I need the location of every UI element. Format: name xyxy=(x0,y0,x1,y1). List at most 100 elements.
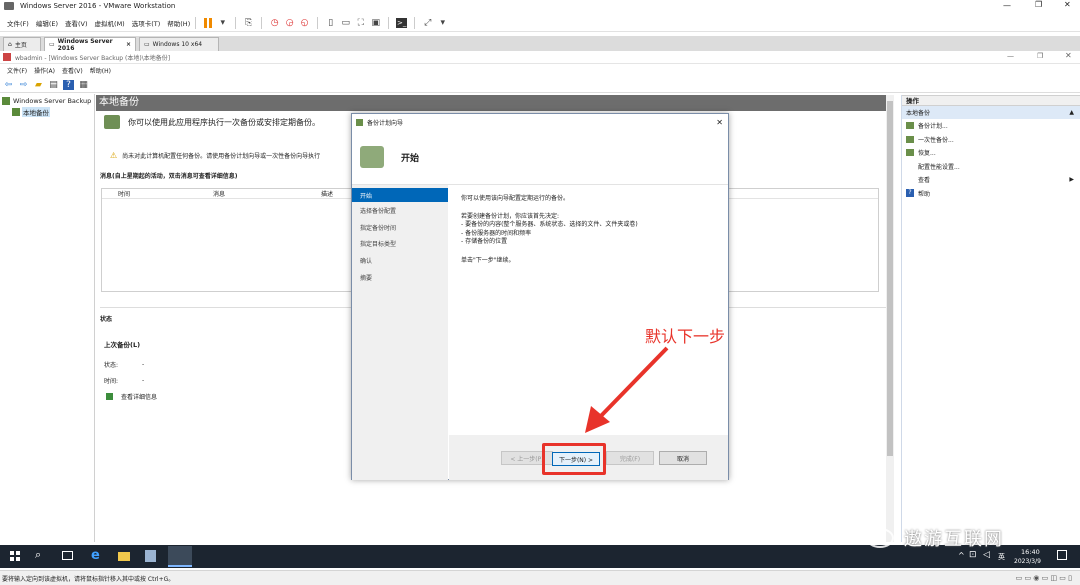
device-icons[interactable]: ▭ ▭ ◉ ▭ ◫ ▭ ▯ xyxy=(1016,574,1072,582)
view-details-label: 查看详细信息 xyxy=(121,394,158,401)
thumbnail-icon[interactable]: ▭ xyxy=(340,18,351,28)
dialog-title: 备份计划向导 xyxy=(367,119,404,127)
vertical-scrollbar[interactable] xyxy=(886,95,894,542)
cancel-button[interactable]: 取消 xyxy=(659,451,707,465)
time-label: 时间: xyxy=(104,378,119,385)
close-button[interactable]: ✕ xyxy=(1064,0,1071,9)
tree-item-local-backup[interactable]: 本地备份 xyxy=(0,107,94,117)
tree-root[interactable]: Windows Server Backup xyxy=(0,97,94,105)
notification-icon[interactable] xyxy=(1057,550,1067,560)
action-label: 备份计划... xyxy=(918,123,948,131)
action-view[interactable]: 查看 ▶ xyxy=(902,173,1080,187)
actions-section-local-backup[interactable]: 本地备份 ▲ xyxy=(902,106,1080,119)
column-time[interactable]: 时间 xyxy=(118,189,213,198)
windows-start-icon[interactable] xyxy=(10,551,20,561)
forward-icon[interactable]: ⇨ xyxy=(18,80,29,90)
guest-restore-button[interactable]: ❐ xyxy=(1037,52,1043,60)
server-manager-icon[interactable] xyxy=(145,550,156,562)
step-target-type[interactable]: 指定目标类型 xyxy=(352,235,448,252)
guest-menu-help[interactable]: 帮助(H) xyxy=(90,66,111,75)
action-configure-performance[interactable]: 配置性能设置... xyxy=(902,160,1080,174)
toolbar-divider xyxy=(317,16,319,29)
edge-icon[interactable]: e xyxy=(91,548,100,563)
step-start[interactable]: 开始 xyxy=(352,188,448,202)
messages-title: 消息(自上星期起的活动，双击消息可查看详细信息) xyxy=(100,173,238,180)
sidebar-toggle-icon[interactable]: ▯ xyxy=(325,18,336,28)
clock-date[interactable]: 2023/3/9 xyxy=(1014,558,1041,565)
recover-icon xyxy=(906,149,914,157)
clock-time[interactable]: 16:40 xyxy=(1021,548,1040,556)
dropdown-icon[interactable]: ▾ xyxy=(437,18,448,28)
action-backup-once[interactable]: 一次性备份... xyxy=(902,133,1080,147)
menu-vm[interactable]: 虚拟机(M) xyxy=(95,18,125,28)
task-view-icon[interactable] xyxy=(62,551,73,560)
dialog-header: 开始 xyxy=(352,130,728,185)
scrollbar-thumb[interactable] xyxy=(887,101,893,456)
stretch-icon[interactable]: ⤢ xyxy=(422,18,433,28)
step-select-config[interactable]: 选择备份配置 xyxy=(352,202,448,219)
tab-windows-server-2016[interactable]: ▭ Windows Server 2016 × xyxy=(44,37,136,52)
help-icon[interactable]: ? xyxy=(63,80,74,90)
menu-view[interactable]: 查看(V) xyxy=(65,18,88,28)
fullscreen-icon[interactable]: ⛶ xyxy=(355,18,366,28)
search-icon[interactable]: ⌕ xyxy=(35,548,41,562)
guest-minimize-button[interactable]: — xyxy=(1007,52,1014,60)
body-intro: 若要创建备份计划，你应该首先决定: xyxy=(461,212,560,220)
snapshot-manager-icon[interactable]: ◵ xyxy=(299,18,310,28)
dropdown-icon[interactable]: ▾ xyxy=(217,18,228,28)
unity-icon[interactable]: ▣ xyxy=(370,18,381,28)
tab-windows-10[interactable]: ▭ Windows 10 x64 xyxy=(139,37,219,51)
properties-icon[interactable]: ▦ xyxy=(78,80,89,90)
toolbar-divider xyxy=(235,16,237,29)
guest-close-button[interactable]: ✕ xyxy=(1065,51,1072,60)
vmware-tab-strip: ⌂ 主页 ▭ Windows Server 2016 × ▭ Windows 1… xyxy=(0,36,1080,52)
close-icon[interactable]: × xyxy=(126,41,131,48)
step-backup-time[interactable]: 指定备份时间 xyxy=(352,219,448,236)
guest-menu-file[interactable]: 文件(F) xyxy=(7,66,27,75)
tab-home[interactable]: ⌂ 主页 xyxy=(3,37,41,51)
revert-snapshot-icon[interactable]: ◶ xyxy=(284,18,295,28)
back-icon[interactable]: ⇦ xyxy=(3,80,14,90)
volume-icon[interactable]: ◁ xyxy=(983,550,990,560)
language-indicator[interactable]: 英 xyxy=(998,552,1005,562)
restore-button[interactable]: ❐ xyxy=(1035,0,1042,9)
file-explorer-icon[interactable] xyxy=(118,552,130,561)
action-label: 帮助 xyxy=(918,190,931,198)
step-summary[interactable]: 摘要 xyxy=(352,269,448,286)
body-bullet: - 备份服务器的时间和频率 xyxy=(461,229,532,237)
column-message[interactable]: 消息 xyxy=(213,189,321,198)
menu-help[interactable]: 帮助(H) xyxy=(167,18,190,28)
view-details-link[interactable]: 查看详细信息 xyxy=(106,392,157,401)
backup-taskbar-icon[interactable] xyxy=(168,546,192,567)
annotation-text: 默认下一步 xyxy=(645,327,726,346)
pause-icon[interactable] xyxy=(204,17,213,28)
action-recover[interactable]: 恢复... xyxy=(902,146,1080,160)
snapshot-icon[interactable]: ◷ xyxy=(269,18,280,28)
column-description[interactable]: 描述 xyxy=(321,189,333,198)
minimize-button[interactable]: — xyxy=(1003,1,1011,10)
menu-tabs[interactable]: 选项卡(T) xyxy=(132,18,161,28)
finish-button[interactable]: 完成(F) xyxy=(606,451,654,465)
action-help[interactable]: ? 帮助 xyxy=(902,187,1080,201)
tree-item-label: 本地备份 xyxy=(22,107,50,117)
tray-up-icon[interactable]: ^ xyxy=(958,551,965,560)
action-backup-schedule[interactable]: 备份计划... xyxy=(902,119,1080,133)
console-icon[interactable]: >_ xyxy=(396,17,408,28)
collapse-icon[interactable]: ▲ xyxy=(1069,109,1074,116)
send-keys-icon[interactable]: ⎘ xyxy=(243,18,254,28)
console-tree-icon[interactable]: ▤ xyxy=(48,80,59,90)
menu-edit[interactable]: 编辑(E) xyxy=(36,18,58,28)
network-icon[interactable]: ⊡ xyxy=(969,550,977,560)
menu-file[interactable]: 文件(F) xyxy=(7,18,29,28)
guest-menu-view[interactable]: 查看(V) xyxy=(62,66,83,75)
guest-menu-action[interactable]: 操作(A) xyxy=(34,66,55,75)
guest-title-bar: wbadmin - [Windows Server Backup (本地)\本地… xyxy=(0,51,1080,64)
folder-icon[interactable]: ▰ xyxy=(33,80,44,90)
annotation-arrow xyxy=(585,346,669,433)
backup-icon xyxy=(104,115,120,129)
action-label: 查看 xyxy=(918,177,931,185)
dialog-close-icon[interactable]: ✕ xyxy=(716,118,723,127)
actions-title: 操作 xyxy=(902,95,1080,106)
step-confirm[interactable]: 确认 xyxy=(352,252,448,269)
guest-window-title: wbadmin - [Windows Server Backup (本地)\本地… xyxy=(15,54,171,62)
